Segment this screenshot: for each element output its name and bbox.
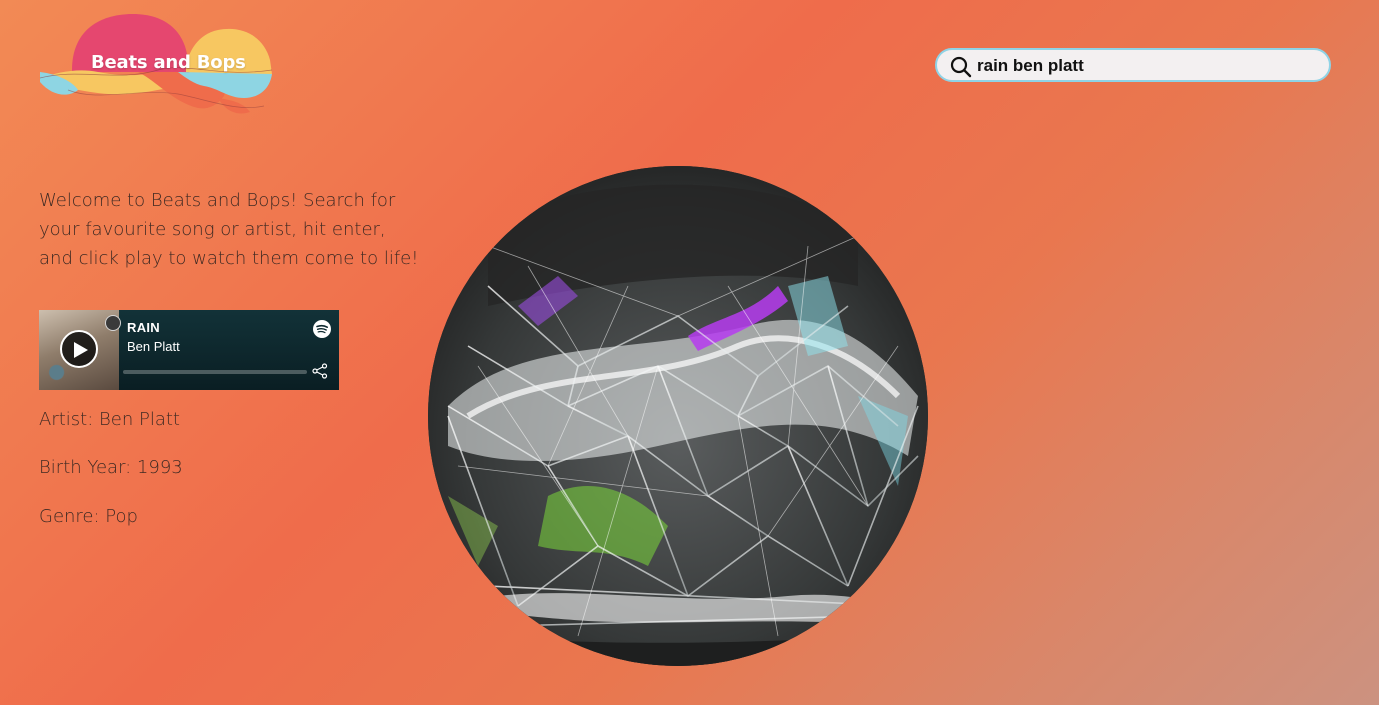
welcome-text: Welcome to Beats and Bops! Search for yo… [39, 190, 419, 269]
logo-text: Beats and Bops [91, 52, 246, 73]
search-icon [950, 56, 972, 78]
track-title: RAIN [127, 320, 160, 335]
play-icon [74, 342, 88, 358]
logo[interactable]: Beats and Bops [38, 12, 278, 116]
visualizer-canvas [428, 166, 928, 666]
cover-badge [105, 315, 121, 331]
album-cover [39, 310, 121, 390]
artist-info: Artist: Ben Platt [39, 409, 180, 430]
progress-bar[interactable] [123, 370, 307, 374]
track-artist-link[interactable]: Ben Platt [127, 339, 180, 354]
search-bar[interactable] [935, 48, 1331, 82]
spotify-player[interactable]: RAIN Ben Platt [39, 310, 339, 390]
play-button[interactable] [60, 330, 98, 368]
spotify-icon[interactable] [313, 320, 331, 338]
birth-year-info: Birth Year: 1993 [39, 457, 183, 478]
music-visualizer [428, 166, 928, 666]
share-icon[interactable] [312, 363, 328, 379]
genre-info: Genre: Pop [39, 506, 138, 527]
search-input[interactable] [977, 53, 1317, 79]
